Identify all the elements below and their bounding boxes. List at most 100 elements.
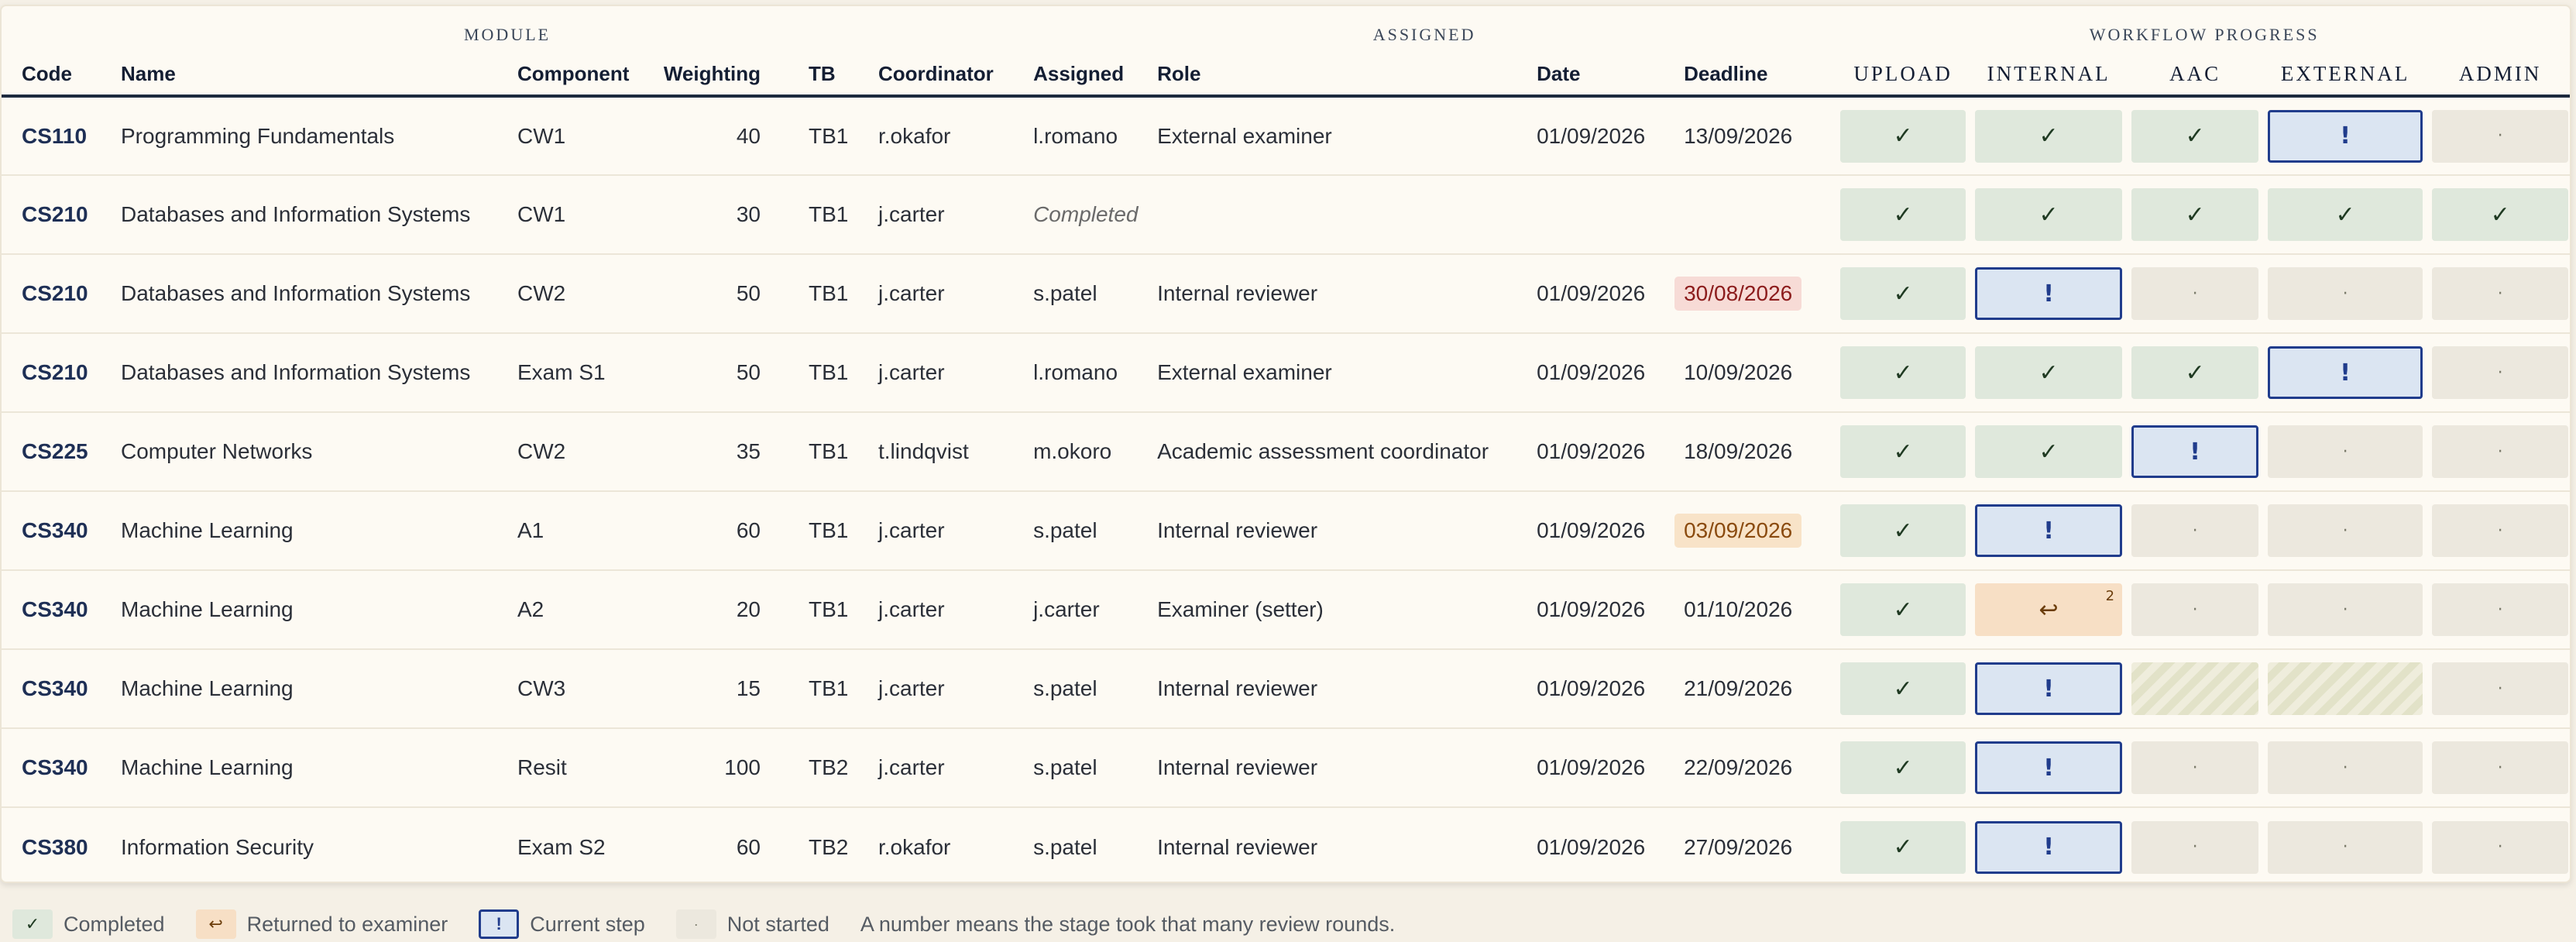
column-header-tb[interactable]: TB (788, 53, 858, 98)
stage-external-current[interactable]: ! (2268, 346, 2423, 399)
stage-external-pending[interactable]: · (2268, 741, 2423, 794)
module-code: CS340 (22, 676, 88, 700)
stage-internal-done[interactable]: ✓ (1975, 109, 2123, 163)
assigned-date: 01/09/2026 (1537, 360, 1646, 384)
stage-internal-current[interactable]: ! (1975, 741, 2123, 794)
column-header-code[interactable]: Code (2, 53, 101, 98)
stage-cell-external (2263, 649, 2427, 728)
stage-admin-pending[interactable]: · (2432, 109, 2569, 163)
weighting: 60 (736, 518, 761, 542)
stage-external-pending[interactable]: · (2268, 504, 2423, 557)
stage-aac-skipped[interactable] (2131, 662, 2259, 715)
stage-aac-done[interactable]: ✓ (2131, 188, 2259, 241)
table-row[interactable]: CS110 Programming Fundamentals CW1 40 TB1 r.o… (2, 96, 2570, 175)
stage-internal-current[interactable]: ! (1975, 267, 2123, 320)
column-header-weighting[interactable]: Weighting (641, 53, 788, 98)
stage-admin-pending[interactable]: · (2432, 820, 2569, 874)
coordinator: r.okafor (878, 123, 951, 148)
stage-cell-upload: ✓ (1836, 807, 1970, 882)
stage-admin-pending[interactable]: · (2432, 504, 2569, 557)
stage-upload-done[interactable]: ✓ (1840, 741, 1966, 794)
check-icon: ✓ (1893, 754, 1913, 782)
column-header-component[interactable]: Component (497, 53, 641, 98)
stage-admin-pending[interactable]: · (2432, 662, 2569, 715)
table-row[interactable]: CS225 Computer Networks CW2 35 TB1 t.lindqvis… (2, 412, 2570, 491)
stage-external-pending[interactable]: · (2268, 820, 2423, 874)
stage-internal-current[interactable]: ! (1975, 820, 2123, 874)
stage-internal-done[interactable]: ✓ (1975, 188, 2123, 241)
stage-upload-done[interactable]: ✓ (1840, 583, 1966, 636)
stage-internal-returned[interactable]: ↩ 2 (1975, 583, 2123, 636)
stage-admin-pending[interactable]: · (2432, 583, 2569, 636)
weighting: 15 (736, 676, 761, 700)
module-name: Databases and Information Systems (121, 360, 471, 384)
stage-cell-aac (2127, 649, 2263, 728)
dot-icon: · (2497, 363, 2503, 383)
stage-upload-done[interactable]: ✓ (1840, 820, 1966, 874)
dot-icon: · (2342, 758, 2348, 778)
stage-aac-done[interactable]: ✓ (2131, 109, 2259, 163)
stage-external-current[interactable]: ! (2268, 109, 2423, 163)
stage-cell-external: · (2263, 254, 2427, 333)
stage-upload-done[interactable]: ✓ (1840, 504, 1966, 557)
stage-upload-done[interactable]: ✓ (1840, 188, 1966, 241)
stage-admin-pending[interactable]: · (2432, 741, 2569, 794)
table-row[interactable]: CS340 Machine Learning CW3 15 TB1 j.carter s.p… (2, 649, 2570, 728)
teaching-block: TB1 (809, 123, 849, 148)
teaching-block: TB1 (809, 281, 849, 305)
table-row[interactable]: CS210 Databases and Information Systems CW… (2, 254, 2570, 333)
check-icon: ✓ (2038, 122, 2059, 150)
stage-aac-done[interactable]: ✓ (2131, 346, 2259, 399)
stage-external-pending[interactable]: · (2268, 583, 2423, 636)
stage-aac-pending[interactable]: · (2131, 820, 2259, 874)
table-row[interactable]: CS210 Databases and Information Systems Ex… (2, 333, 2570, 412)
column-header-role[interactable]: Role (1137, 53, 1517, 98)
stage-upload-done[interactable]: ✓ (1840, 662, 1966, 715)
column-header-name[interactable]: Name (101, 53, 497, 98)
table-row[interactable]: CS380 Information Security Exam S2 60 TB2 r.o… (2, 807, 2570, 882)
column-header-deadline[interactable]: Deadline (1664, 53, 1836, 98)
component: CW2 (517, 439, 566, 463)
deadline: 03/09/2026 (1664, 491, 1836, 570)
stage-upload-done[interactable]: ✓ (1840, 425, 1966, 478)
stage-aac-pending[interactable]: · (2131, 583, 2259, 636)
column-header-coordinator[interactable]: Coordinator (858, 53, 1014, 98)
module-code: CS210 (22, 202, 88, 226)
teaching-block: TB1 (809, 360, 849, 384)
table-row[interactable]: CS340 Machine Learning Resit 100 TB2 j.carter… (2, 728, 2570, 807)
dot-icon: · (2192, 758, 2198, 778)
column-header-assigned[interactable]: Assigned (1013, 53, 1138, 98)
stage-external-pending[interactable]: · (2268, 267, 2423, 320)
stage-external-skipped[interactable] (2268, 662, 2423, 715)
stage-aac-pending[interactable]: · (2131, 504, 2259, 557)
table-row[interactable]: CS210 Databases and Information Systems CW… (2, 175, 2570, 254)
deadline-value: 03/09/2026 (1674, 514, 1802, 548)
stage-external-done[interactable]: ✓ (2268, 188, 2423, 241)
stage-admin-done[interactable]: ✓ (2432, 188, 2569, 241)
role: Internal reviewer (1157, 281, 1318, 305)
stage-cell-aac: · (2127, 254, 2263, 333)
stage-aac-pending[interactable]: · (2131, 741, 2259, 794)
component: A1 (517, 518, 544, 542)
stage-upload-done[interactable]: ✓ (1840, 346, 1966, 399)
check-icon: ✓ (1893, 280, 1913, 308)
stage-cell-external: · (2263, 728, 2427, 807)
stage-admin-pending[interactable]: · (2432, 425, 2569, 478)
stage-internal-current[interactable]: ! (1975, 504, 2123, 557)
component: CW2 (517, 281, 566, 305)
stage-internal-done[interactable]: ✓ (1975, 425, 2123, 478)
stage-admin-pending[interactable]: · (2432, 346, 2569, 399)
column-header-date[interactable]: Date (1516, 53, 1664, 98)
stage-upload-done[interactable]: ✓ (1840, 109, 1966, 163)
dot-icon: · (2192, 837, 2198, 857)
stage-upload-done[interactable]: ✓ (1840, 267, 1966, 320)
table-row[interactable]: CS340 Machine Learning A1 60 TB1 j.carter s.pa… (2, 491, 2570, 570)
stage-aac-pending[interactable]: · (2131, 267, 2259, 320)
stage-aac-current[interactable]: ! (2131, 425, 2259, 478)
stage-external-pending[interactable]: · (2268, 425, 2423, 478)
stage-internal-current[interactable]: ! (1975, 662, 2123, 715)
table-row[interactable]: CS340 Machine Learning A2 20 TB1 j.carter j.ca… (2, 570, 2570, 649)
stage-internal-done[interactable]: ✓ (1975, 346, 2123, 399)
assigned-user: l.romano (1033, 360, 1118, 384)
stage-admin-pending[interactable]: · (2432, 267, 2569, 320)
